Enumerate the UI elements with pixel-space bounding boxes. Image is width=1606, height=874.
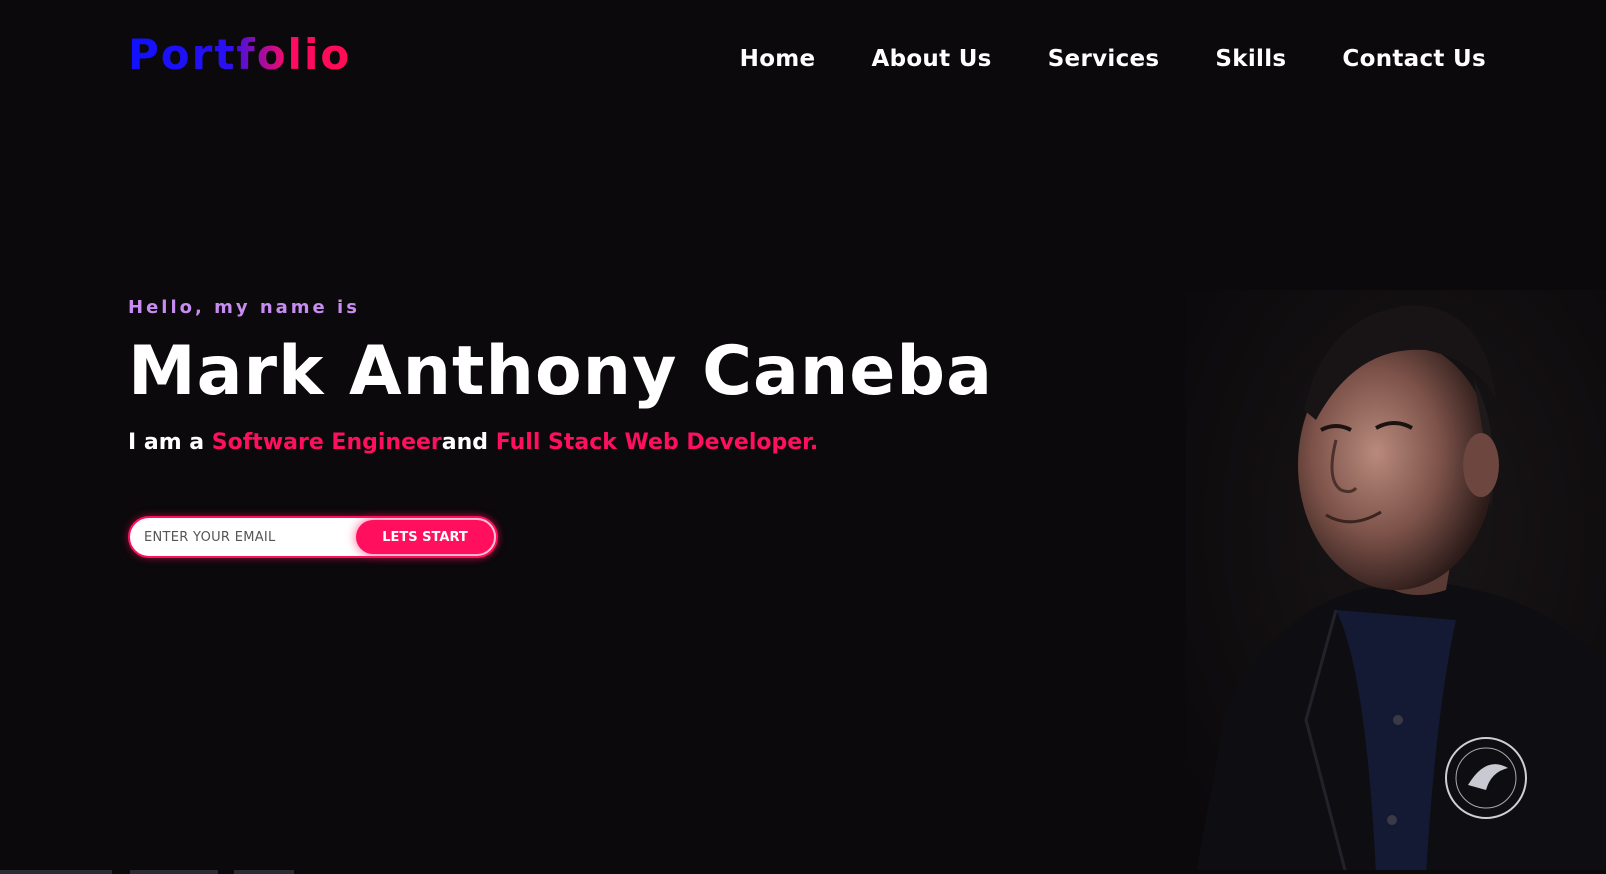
portrait-photo (1186, 290, 1606, 874)
person-portrait-icon (1186, 290, 1606, 874)
site-logo[interactable]: Portfolio (128, 34, 351, 76)
nav-link-skills[interactable]: Skills (1215, 46, 1286, 72)
nav-link-about[interactable]: About Us (871, 46, 991, 72)
nav-link-home[interactable]: Home (740, 46, 816, 72)
nav-item-about: About Us (871, 46, 991, 72)
nav-link-services[interactable]: Services (1048, 46, 1160, 72)
tagline-role-software-engineer: Software Engineer (211, 430, 442, 455)
nav-item-contact: Contact Us (1342, 46, 1486, 72)
nav-item-skills: Skills (1215, 46, 1286, 72)
bottom-bar-segment (0, 870, 112, 874)
hero-section: Hello, my name is Mark Anthony Caneba I … (128, 296, 1028, 455)
nav-link-contact[interactable]: Contact Us (1342, 46, 1486, 72)
tagline-middle: and (441, 430, 496, 455)
bottom-bar-segment (130, 870, 218, 874)
tagline-role-full-stack: Full Stack Web Developer. (495, 430, 819, 455)
bottom-bar-segment (234, 870, 294, 874)
hero-name: Mark Anthony Caneba (128, 332, 993, 411)
hero-greeting: Hello, my name is (128, 297, 360, 318)
nav-item-home: Home (740, 46, 816, 72)
nav-item-services: Services (1048, 46, 1160, 72)
site-header: Portfolio Home About Us Services Skills … (0, 0, 1606, 130)
email-signup-form: LETS START (128, 516, 498, 558)
email-input[interactable] (130, 518, 360, 556)
lets-start-button[interactable]: LETS START (356, 520, 494, 554)
hero-tagline: I am a Software Engineerand Full Stack W… (128, 430, 1028, 455)
main-nav: Home About Us Services Skills Contact Us (740, 46, 1486, 72)
tagline-prefix: I am a (128, 430, 212, 455)
bottom-scrollbar (0, 870, 1606, 874)
